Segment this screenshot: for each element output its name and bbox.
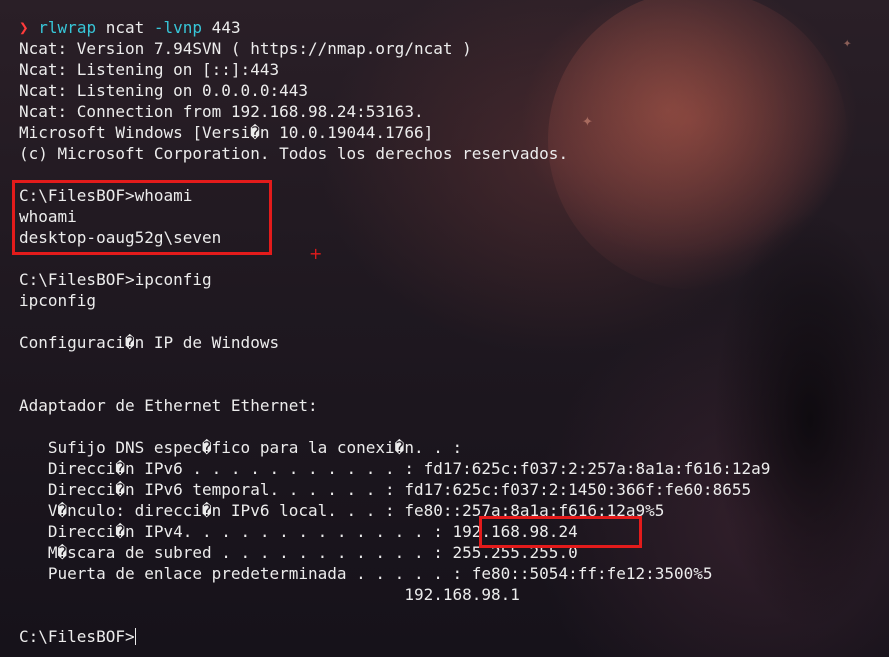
- terminal-line: 192.168.98.1: [19, 585, 520, 604]
- command-program: rlwrap: [38, 18, 97, 37]
- terminal-line: Ncat: Listening on 0.0.0.0:443: [19, 81, 308, 100]
- command-flags: -lvnp: [153, 18, 203, 37]
- terminal-line: Direcci�n IPv6 . . . . . . . . . . . : f…: [19, 459, 771, 478]
- command-arg: 443: [202, 18, 241, 37]
- wallpaper-sparkle-icon: ✦: [843, 35, 852, 51]
- terminal-line: Configuraci�n IP de Windows: [19, 333, 280, 352]
- terminal-line: Direcci�n IPv6 temporal. . . . . . : fd1…: [19, 480, 752, 499]
- terminal-line: V�nculo: direcci�n IPv6 local. . . : fe8…: [19, 501, 665, 520]
- terminal-line: M�scara de subred . . . . . . . . . . . …: [19, 543, 578, 562]
- terminal-line: Ncat: Version 7.94SVN ( https://nmap.org…: [19, 39, 472, 58]
- current-prompt: C:\FilesBOF>: [19, 627, 135, 646]
- terminal-line: C:\FilesBOF>ipconfig: [19, 270, 212, 289]
- terminal-line: Adaptador de Ethernet Ethernet:: [19, 396, 318, 415]
- terminal-line: Puerta de enlace predeterminada . . . . …: [19, 564, 713, 583]
- terminal-line: Sufijo DNS espec�fico para la conexi�n. …: [19, 438, 463, 457]
- prompt-arrow-icon: ❯: [19, 18, 29, 37]
- text-cursor[interactable]: [134, 628, 136, 645]
- highlight-box-ipv4: [479, 516, 642, 548]
- terminal-line: (c) Microsoft Corporation. Todos los der…: [19, 144, 569, 163]
- terminal-output[interactable]: ❯ rlwrap ncat -lvnp 443 Ncat: Version 7.9…: [19, 17, 770, 647]
- command-subcommand: ncat: [96, 18, 154, 37]
- crosshair-icon: +: [309, 244, 323, 263]
- terminal-line: ipconfig: [19, 291, 97, 310]
- current-prompt-line: C:\FilesBOF>: [19, 626, 770, 647]
- terminal-line: Ncat: Listening on [::]:443: [19, 60, 280, 79]
- terminal-line: Microsoft Windows [Versi�n 10.0.19044.17…: [19, 123, 434, 142]
- highlight-box-whoami: [12, 180, 272, 255]
- terminal-line: Ncat: Connection from 192.168.98.24:5316…: [19, 102, 424, 121]
- terminal-line: Direcci�n IPv4. . . . . . . . . . . . . …: [19, 522, 578, 541]
- command-line: ❯ rlwrap ncat -lvnp 443: [19, 17, 770, 38]
